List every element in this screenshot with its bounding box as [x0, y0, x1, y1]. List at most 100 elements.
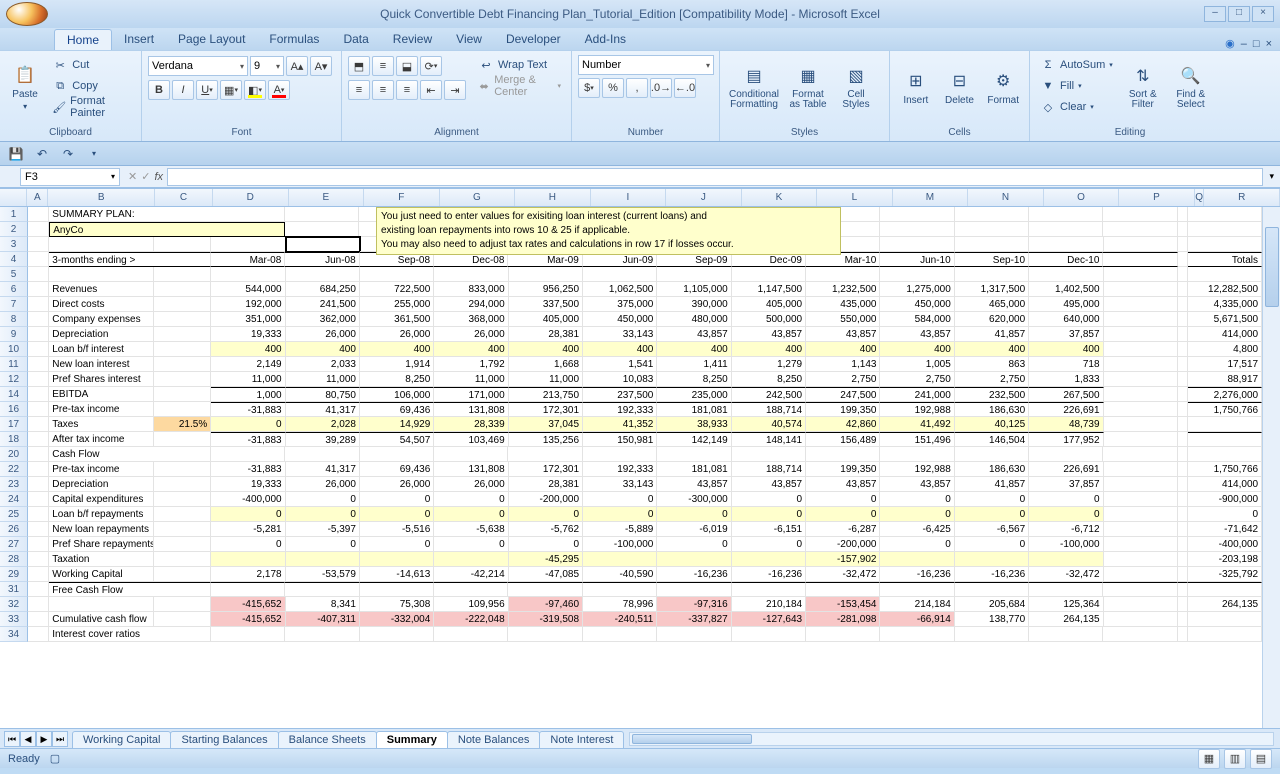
cell[interactable]	[1178, 342, 1188, 357]
cell[interactable]: 0	[360, 507, 434, 522]
cell[interactable]: 192,988	[880, 462, 954, 477]
cell[interactable]: 186,630	[955, 402, 1029, 417]
cell[interactable]	[154, 462, 211, 477]
sheet-tab-starting-balances[interactable]: Starting Balances	[170, 731, 278, 748]
col-header[interactable]: D	[213, 189, 289, 206]
cell[interactable]: 37,857	[1029, 327, 1103, 342]
cell[interactable]: Taxation	[49, 552, 154, 567]
cell[interactable]: 213,750	[509, 387, 583, 402]
cell[interactable]: -5,281	[211, 522, 285, 537]
cell[interactable]	[360, 582, 434, 597]
cell[interactable]: 12,282,500	[1188, 282, 1262, 297]
cell[interactable]	[28, 492, 49, 507]
cell[interactable]: 1,279	[732, 357, 806, 372]
cell[interactable]	[1104, 492, 1178, 507]
cell[interactable]: 351,000	[211, 312, 285, 327]
col-header[interactable]: J	[666, 189, 742, 206]
cell[interactable]: 2,033	[286, 357, 360, 372]
cell[interactable]: 33,143	[583, 327, 657, 342]
cell[interactable]	[28, 612, 49, 627]
paste-button[interactable]: 📋 Paste▾	[6, 55, 44, 119]
cell[interactable]: 255,000	[360, 297, 434, 312]
cell[interactable]: -332,004	[360, 612, 434, 627]
cell[interactable]: 0	[360, 537, 434, 552]
currency-button[interactable]: $▾	[578, 78, 600, 98]
cell[interactable]: -16,236	[732, 567, 806, 582]
cell[interactable]	[285, 447, 359, 462]
cell[interactable]	[1103, 207, 1177, 222]
col-header[interactable]: P	[1119, 189, 1195, 206]
hscroll-thumb[interactable]	[632, 734, 752, 744]
cell[interactable]: 264,135	[1029, 612, 1103, 627]
cell[interactable]	[1104, 522, 1178, 537]
cell[interactable]: 1,750,766	[1188, 462, 1262, 477]
cell[interactable]: Jun-10	[880, 252, 954, 267]
cell[interactable]: 19,333	[211, 327, 285, 342]
cell[interactable]: 42,860	[806, 417, 880, 432]
col-header[interactable]: R	[1204, 189, 1280, 206]
cell[interactable]	[880, 222, 954, 237]
cell[interactable]	[1104, 597, 1178, 612]
cell[interactable]: 125,364	[1029, 597, 1103, 612]
macro-record-icon[interactable]: ▢	[50, 752, 60, 765]
cell[interactable]	[1104, 477, 1178, 492]
cell[interactable]	[955, 267, 1029, 282]
format-cells-button[interactable]: ⚙Format	[983, 55, 1023, 119]
cell[interactable]: 39,289	[286, 432, 360, 447]
cell[interactable]	[1178, 477, 1188, 492]
cell[interactable]: 80,750	[286, 387, 360, 402]
cell[interactable]: -337,827	[657, 612, 731, 627]
cell[interactable]: -6,567	[955, 522, 1029, 537]
cell[interactable]: -31,883	[211, 432, 285, 447]
cell[interactable]: 54,507	[360, 432, 434, 447]
ribbon-tab-review[interactable]: Review	[381, 29, 444, 50]
cell[interactable]: -157,902	[806, 552, 880, 567]
conditional-formatting-button[interactable]: ▤Conditional Formatting	[726, 55, 782, 119]
cell[interactable]	[1188, 417, 1262, 432]
row-header[interactable]: 5	[0, 267, 28, 282]
maximize-button[interactable]: □	[1228, 6, 1250, 22]
cell[interactable]: 37,045	[509, 417, 583, 432]
cell[interactable]	[285, 627, 359, 642]
column-headers[interactable]: ABCDEFGHIJKLMNOPQR	[0, 189, 1280, 207]
help-icon[interactable]: ◉	[1225, 37, 1235, 50]
cell[interactable]: 584,000	[880, 312, 954, 327]
cell[interactable]	[583, 267, 657, 282]
cell[interactable]	[28, 312, 49, 327]
cell[interactable]: New loan interest	[49, 357, 154, 372]
cell[interactable]: 450,000	[583, 312, 657, 327]
cell[interactable]: -6,019	[657, 522, 731, 537]
cell[interactable]	[1104, 612, 1178, 627]
cell[interactable]: 43,857	[657, 327, 731, 342]
cell[interactable]	[732, 582, 806, 597]
cell[interactable]: 43,857	[806, 477, 880, 492]
cell[interactable]: 0	[955, 492, 1029, 507]
cell[interactable]: 41,352	[583, 417, 657, 432]
cell[interactable]	[28, 417, 49, 432]
cell[interactable]: AnyCo	[49, 222, 285, 237]
cell[interactable]: -5,762	[509, 522, 583, 537]
cell[interactable]	[1103, 222, 1177, 237]
decrease-indent-button[interactable]: ⇤	[420, 80, 442, 100]
cell[interactable]: -31,883	[211, 462, 285, 477]
cell[interactable]	[360, 267, 434, 282]
fill-color-button[interactable]: ◧▾	[244, 80, 266, 100]
align-center-button[interactable]: ≡	[372, 80, 394, 100]
row-header[interactable]: 17	[0, 417, 28, 432]
cell[interactable]: 956,250	[509, 282, 583, 297]
cell[interactable]: 188,714	[732, 402, 806, 417]
cell[interactable]: -153,454	[806, 597, 880, 612]
cell[interactable]: 199,350	[806, 462, 880, 477]
cell[interactable]	[1103, 252, 1177, 267]
cell[interactable]	[28, 267, 49, 282]
cell[interactable]	[211, 627, 285, 642]
cell[interactable]: 1,105,000	[657, 282, 731, 297]
row-header[interactable]: 9	[0, 327, 28, 342]
cell[interactable]: 199,350	[806, 402, 880, 417]
comma-button[interactable]: ,	[626, 78, 648, 98]
col-header[interactable]: I	[591, 189, 667, 206]
cell[interactable]	[1178, 312, 1188, 327]
cell[interactable]: 171,000	[434, 387, 508, 402]
cell[interactable]: 400	[434, 342, 508, 357]
cell[interactable]: -45,295	[509, 552, 583, 567]
